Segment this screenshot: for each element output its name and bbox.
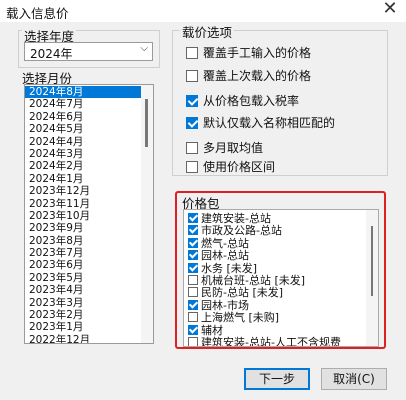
package-scroll-thumb[interactable] [371, 226, 373, 296]
option-checkbox-row[interactable]: 多月取均值 [186, 139, 263, 155]
month-list-item[interactable]: 2023年12月 [25, 185, 142, 197]
package-label: 辅材 [201, 323, 223, 337]
checkbox-unchecked-icon[interactable] [188, 275, 198, 285]
month-list-item[interactable]: 2023年10月 [25, 210, 142, 222]
option-label: 默认仅载入名称相匹配的 [203, 116, 336, 130]
month-list-item[interactable]: 2023年6月 [25, 259, 142, 271]
package-item[interactable]: 建筑安装-总站-人工不含规费 [188, 336, 341, 347]
month-list-item[interactable]: 2024年7月 [25, 98, 142, 110]
package-scrollbar[interactable] [366, 210, 378, 346]
package-item[interactable]: 园林-市场 [188, 298, 249, 312]
month-list-item[interactable]: 2023年11月 [25, 198, 142, 210]
month-list-item[interactable]: 2023年1月 [25, 321, 142, 333]
package-item[interactable]: 燃气-总站 [188, 236, 249, 250]
checkbox-checked-icon[interactable] [188, 237, 198, 248]
chevron-down-icon[interactable]: ⌵ [140, 43, 148, 54]
year-select[interactable]: 2024年 ⌵ [24, 42, 153, 61]
month-list-item[interactable]: 2024年8月 [25, 86, 142, 99]
package-label: 园林-总站 [201, 249, 249, 263]
load-price-dialog: 载入信息价 ✕ 选择年度 2024年 ⌵ 选择月份 2024年8月 2024年7月… [0, 0, 406, 400]
option-checkbox-row[interactable]: 使用价格区间 [186, 158, 275, 174]
package-item[interactable]: 辅材 [188, 323, 223, 337]
options-group-label: 载价选项 [180, 22, 235, 41]
checkbox-checked-icon[interactable] [188, 262, 198, 273]
option-label: 覆盖上次载入的价格 [203, 69, 312, 83]
close-icon[interactable]: ✕ [380, 0, 400, 20]
month-scroll-thumb[interactable] [145, 99, 148, 147]
month-list-item[interactable]: 2024年5月 [25, 123, 142, 135]
package-item[interactable]: 市政及公路-总站 [188, 225, 282, 237]
checkbox-unchecked-icon[interactable] [186, 47, 198, 59]
month-list-item[interactable]: 2024年6月 [25, 111, 142, 123]
window-title: 载入信息价 [6, 6, 69, 21]
checkbox-checked-icon[interactable] [186, 117, 198, 129]
package-label: 市政及公路-总站 [201, 224, 282, 238]
checkbox-unchecked-icon[interactable] [186, 70, 198, 82]
price-package-list[interactable]: 建筑安装-总站 市政及公路-总站 燃气-总站 园林-总站 水务 [未发] 机械台班-总站 … [183, 209, 379, 347]
checkbox-unchecked-icon[interactable] [186, 142, 198, 154]
checkbox-checked-icon[interactable] [188, 225, 198, 236]
checkbox-checked-icon[interactable] [188, 299, 198, 310]
month-list-item[interactable]: 2023年9月 [25, 222, 142, 234]
month-list-item[interactable]: 2023年3月 [25, 297, 142, 309]
next-button[interactable]: 下一步 [244, 368, 310, 390]
month-listbox[interactable]: 2024年8月 2024年7月 2024年6月 2024年5月 2024年4月 2024年… [24, 84, 154, 344]
month-list-item[interactable]: 2023年4月 [25, 284, 142, 296]
checkbox-checked-icon[interactable] [188, 213, 198, 223]
title-bar: 载入信息价 ✕ [0, 0, 406, 22]
checkbox-unchecked-icon[interactable] [188, 312, 198, 323]
month-list-item[interactable]: 2023年8月 [25, 235, 142, 247]
package-item[interactable]: 水务 [未发] [188, 261, 258, 275]
checkbox-unchecked-icon[interactable] [188, 337, 198, 346]
month-scrollbar[interactable] [141, 85, 153, 343]
package-label: 民防-总站 [未发] [201, 286, 284, 300]
month-list-item[interactable]: 2022年12月 [25, 334, 142, 343]
package-label: 建筑安装-总站-人工不含规费 [201, 336, 341, 347]
package-label: 上海燃气 [未购] [201, 311, 280, 325]
package-label: 燃气-总站 [201, 236, 249, 250]
year-select-value: 2024年 [30, 47, 73, 61]
package-item[interactable]: 园林-总站 [188, 250, 249, 262]
month-list-item[interactable]: 2024年2月 [25, 160, 142, 172]
package-item[interactable]: 民防-总站 [未发] [188, 287, 283, 299]
month-list-item[interactable]: 2023年2月 [25, 309, 142, 321]
month-list-item[interactable]: 2024年4月 [25, 136, 142, 148]
option-label: 从价格包载入税率 [203, 94, 300, 108]
option-checkbox-row[interactable]: 覆盖手工输入的价格 [186, 44, 311, 60]
month-list-item[interactable]: 2023年5月 [25, 272, 142, 284]
month-list-item[interactable]: 2023年7月 [25, 247, 142, 259]
option-label: 多月取均值 [203, 141, 264, 155]
month-list-item[interactable]: 2024年3月 [25, 148, 142, 160]
checkbox-unchecked-icon[interactable] [186, 161, 198, 173]
package-label: 园林-市场 [201, 298, 249, 312]
checkbox-checked-icon[interactable] [188, 324, 198, 335]
option-checkbox-row[interactable]: 覆盖上次载入的价格 [186, 67, 311, 83]
package-item[interactable]: 上海燃气 [未购] [188, 312, 279, 324]
option-checkbox-row[interactable]: 默认仅载入名称相匹配的 [186, 114, 335, 130]
month-list-item[interactable]: 2024年1月 [25, 173, 142, 185]
option-checkbox-row[interactable]: 从价格包载入税率 [186, 92, 299, 108]
option-label: 使用价格区间 [203, 160, 276, 174]
cancel-button[interactable]: 取消(C) [321, 368, 387, 390]
package-label: 水务 [未发] [201, 261, 258, 275]
checkbox-unchecked-icon[interactable] [188, 287, 198, 298]
option-label: 覆盖手工输入的价格 [203, 46, 312, 60]
month-list: 2024年8月 2024年7月 2024年6月 2024年5月 2024年4月 2024年… [25, 86, 142, 343]
checkbox-checked-icon[interactable] [186, 95, 198, 107]
checkbox-checked-icon[interactable] [188, 250, 198, 261]
